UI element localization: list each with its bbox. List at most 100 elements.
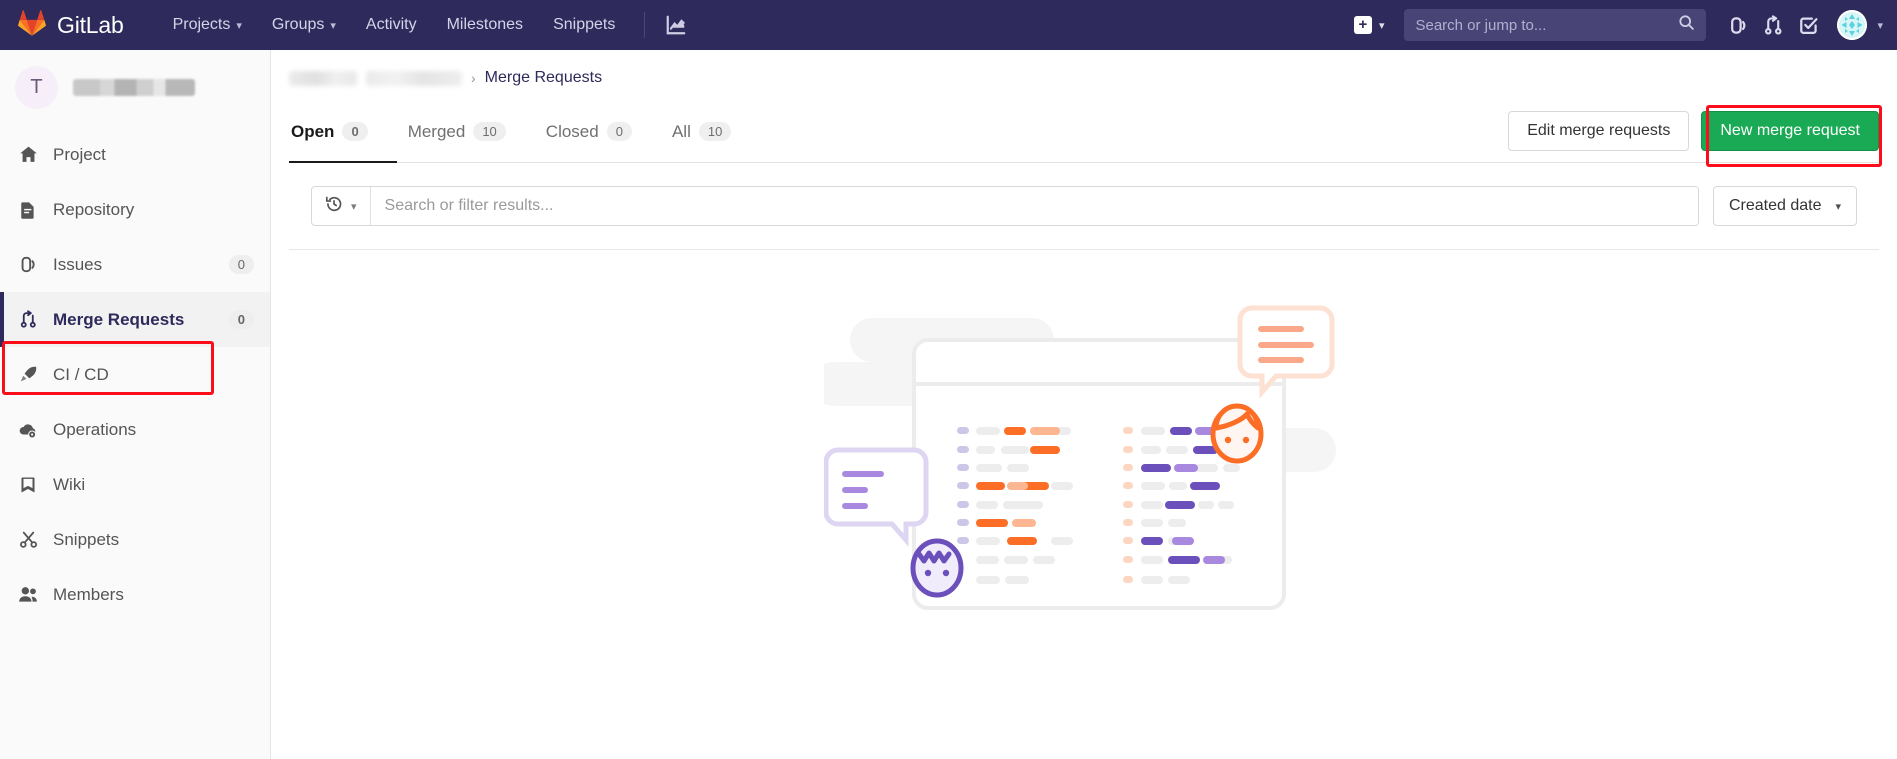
sidebar-item-merge-requests[interactable]: Merge Requests 0	[0, 292, 270, 347]
edit-merge-requests-button[interactable]: Edit merge requests	[1508, 110, 1690, 151]
scissors-icon	[17, 530, 39, 549]
tab-open[interactable]: Open 0	[289, 101, 388, 163]
sidebar-label-ci-cd: CI / CD	[53, 364, 109, 384]
plus-icon: +	[1353, 16, 1372, 34]
gitlab-logo-icon	[18, 9, 46, 41]
top-navbar: GitLab Projects ▾ Groups ▾ Activity Mile…	[0, 0, 1897, 50]
empty-state	[289, 250, 1879, 618]
document-icon	[17, 201, 39, 219]
app-body: T Project Repository Issues 0 Merge Requ…	[0, 50, 1897, 759]
tab-closed-label: Closed	[545, 121, 599, 141]
filter-input[interactable]	[370, 187, 1698, 225]
sort-label: Created date	[1728, 197, 1822, 214]
sidebar-item-snippets[interactable]: Snippets	[0, 512, 270, 567]
sort-dropdown[interactable]: Created date ▾	[1712, 186, 1857, 226]
project-avatar: T	[15, 66, 58, 109]
sidebar-count-issues: 0	[228, 255, 254, 274]
sidebar-item-wiki[interactable]: Wiki	[0, 457, 270, 512]
project-name-redacted	[73, 79, 195, 96]
user-menu-chevron-down-icon[interactable]: ▾	[1877, 19, 1883, 32]
issues-icon	[17, 255, 39, 274]
nav-divider	[644, 12, 646, 38]
new-merge-request-button[interactable]: New merge request	[1701, 110, 1879, 151]
sidebar-item-repository[interactable]: Repository	[0, 182, 270, 237]
users-icon	[17, 584, 39, 605]
user-avatar-identicon	[1837, 10, 1868, 40]
breadcrumb-separator: ›	[471, 70, 476, 86]
sidebar-count-merge-requests: 0	[228, 310, 254, 329]
gitlab-brand[interactable]: GitLab	[18, 9, 124, 41]
breadcrumb-current: Merge Requests	[484, 69, 603, 86]
merge-requests-panel: Open 0 Merged 10 Closed 0 All 10 Edit me…	[289, 101, 1882, 618]
user-avatar[interactable]	[1837, 10, 1868, 40]
nav-groups-label: Groups	[271, 16, 325, 33]
chevron-down-icon: ▾	[351, 200, 357, 213]
issues-icon[interactable]	[1722, 9, 1755, 42]
search-icon	[1678, 14, 1695, 36]
primary-nav: Projects ▾ Groups ▾ Activity Milestones …	[158, 2, 694, 48]
merge-request-icon	[17, 310, 39, 329]
home-icon	[17, 145, 39, 164]
sidebar-label-issues: Issues	[53, 254, 103, 274]
navbar-right-group: + ▾ Search or jump to... ▾	[1344, 9, 1883, 42]
tab-merged-label: Merged	[407, 121, 466, 141]
merge-request-icon[interactable]	[1757, 9, 1790, 42]
nav-link-activity[interactable]: Activity	[351, 2, 432, 48]
tab-open-count: 0	[342, 122, 368, 141]
sidebar-label-project: Project	[53, 144, 106, 164]
sidebar-item-project[interactable]: Project	[0, 127, 270, 182]
history-icon	[325, 195, 343, 218]
chevron-down-icon: ▾	[1835, 200, 1841, 213]
sidebar-item-operations[interactable]: Operations	[0, 402, 270, 457]
merge-requests-empty-illustration	[824, 305, 1336, 610]
brand-label: GitLab	[57, 11, 124, 38]
state-tabs: Open 0 Merged 10 Closed 0 All 10 Edit me…	[289, 101, 1882, 167]
project-header[interactable]: T	[0, 50, 270, 127]
chevron-down-icon: ▾	[236, 19, 242, 32]
rocket-icon	[17, 365, 39, 384]
tab-all-count: 10	[698, 122, 732, 141]
chevron-down-icon: ▾	[330, 19, 336, 32]
sidebar-label-merge-requests: Merge Requests	[53, 309, 185, 329]
analytics-chart-icon[interactable]	[659, 8, 693, 42]
search-input[interactable]	[1415, 16, 1679, 34]
nav-link-projects[interactable]: Projects ▾	[158, 2, 257, 48]
todos-done-icon[interactable]	[1792, 9, 1825, 42]
nav-milestones-label: Milestones	[446, 16, 524, 33]
nav-link-milestones[interactable]: Milestones	[432, 2, 538, 48]
nav-link-snippets[interactable]: Snippets	[538, 2, 630, 48]
new-item-button[interactable]: + ▾	[1344, 10, 1395, 40]
nav-activity-label: Activity	[365, 16, 417, 33]
tab-all[interactable]: All 10	[652, 101, 751, 163]
cloud-gear-icon	[17, 420, 39, 440]
breadcrumb: › Merge Requests	[271, 50, 1897, 87]
sidebar-item-members[interactable]: Members	[0, 567, 270, 622]
global-search[interactable]	[1404, 9, 1707, 41]
tab-all-label: All	[671, 121, 691, 141]
sidebar-item-issues[interactable]: Issues 0	[0, 237, 270, 292]
book-icon	[17, 476, 39, 494]
nav-link-groups[interactable]: Groups ▾	[257, 2, 351, 48]
sidebar-item-ci-cd[interactable]: CI / CD	[0, 347, 270, 402]
sidebar-label-operations: Operations	[53, 419, 137, 439]
sidebar-label-repository: Repository	[53, 199, 135, 219]
sidebar-label-members: Members	[53, 584, 124, 604]
tab-merged[interactable]: Merged 10	[388, 101, 526, 163]
chevron-down-icon: ▾	[1378, 19, 1385, 32]
tab-open-label: Open	[291, 121, 335, 141]
breadcrumb-group-redacted[interactable]	[289, 70, 357, 86]
nav-snippets-label: Snippets	[553, 16, 616, 33]
tab-merged-count: 10	[473, 122, 506, 141]
project-sidebar: T Project Repository Issues 0 Merge Requ…	[0, 50, 271, 759]
tab-closed-count: 0	[606, 122, 632, 141]
search-filter-group[interactable]: ▾	[311, 186, 1699, 226]
filter-bar: ▾ Created date ▾	[289, 163, 1879, 250]
nav-projects-label: Projects	[172, 16, 231, 33]
breadcrumb-project-redacted[interactable]	[366, 70, 462, 86]
tab-actions: Edit merge requests New merge request	[1508, 110, 1879, 153]
sidebar-label-wiki: Wiki	[53, 474, 86, 494]
recent-searches-button[interactable]: ▾	[312, 187, 371, 225]
sidebar-label-snippets: Snippets	[53, 529, 120, 549]
main-content: › Merge Requests Open 0 Merged 10 Closed…	[271, 50, 1897, 759]
tab-closed[interactable]: Closed 0	[526, 101, 652, 163]
